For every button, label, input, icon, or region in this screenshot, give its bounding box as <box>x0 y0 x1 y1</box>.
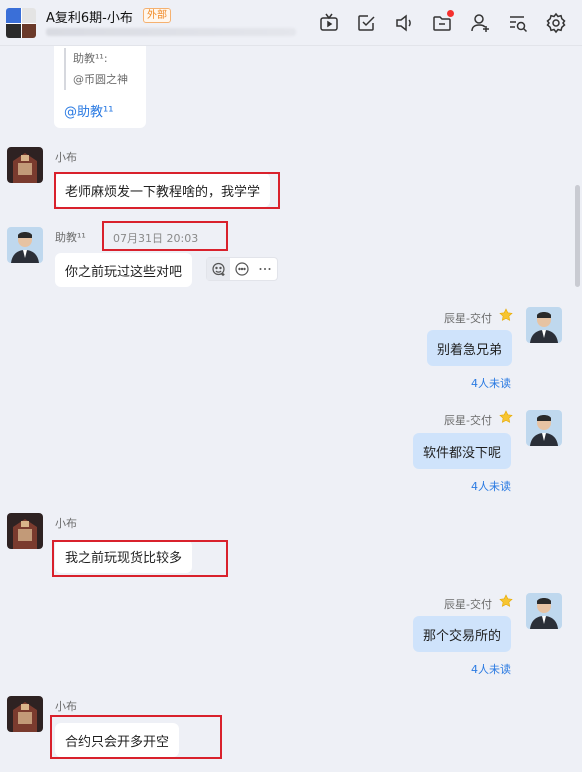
tv-icon[interactable] <box>318 12 340 34</box>
sender-name: 辰星-交付 <box>444 414 492 427</box>
unread-count[interactable]: 4人未读 <box>471 661 511 677</box>
quote-author: 助教¹¹: <box>73 52 108 65</box>
checkbox-icon[interactable] <box>355 12 377 34</box>
gear-icon[interactable] <box>545 12 567 34</box>
sender-name: 小布 <box>55 151 77 164</box>
message-bubble-mine[interactable]: 别着急兄弟 <box>427 330 513 366</box>
chat-header: A复利6期-小布 外部 <box>0 0 582 46</box>
sender-name: 辰星-交付 <box>444 598 492 611</box>
unread-count[interactable]: 4人未读 <box>471 375 511 391</box>
highlight-box <box>50 715 222 759</box>
message-bubble-mine[interactable]: 那个交易所的 <box>413 616 512 652</box>
sender-name: 辰星-交付 <box>444 312 492 325</box>
blurred-subtitle <box>46 28 296 36</box>
highlight-box <box>102 221 228 251</box>
message-actions <box>206 257 278 281</box>
unread-count[interactable]: 4人未读 <box>471 478 511 494</box>
folder-icon[interactable] <box>431 10 454 34</box>
avatar-chenxing[interactable] <box>526 410 562 446</box>
sender-name: 助教¹¹ <box>55 231 86 244</box>
avatar-chenxing[interactable] <box>526 307 562 343</box>
mention-link[interactable]: @助教¹¹ <box>64 101 113 120</box>
more-icon[interactable] <box>254 258 277 280</box>
notification-dot <box>447 10 454 17</box>
chat-title[interactable]: A复利6期-小布 <box>46 7 133 26</box>
highlight-box <box>52 540 228 577</box>
avatar-xiaobu[interactable] <box>7 147 43 183</box>
emoji-reaction-icon[interactable] <box>207 258 231 280</box>
scrollbar-thumb[interactable] <box>575 185 580 287</box>
star-icon <box>499 594 513 607</box>
star-icon <box>499 410 513 423</box>
quote-text: @币圆之神 <box>73 73 128 86</box>
group-avatar[interactable] <box>6 8 36 38</box>
sender-name: 小布 <box>55 517 77 530</box>
star-icon <box>499 308 513 321</box>
external-badge: 外部 <box>143 8 171 23</box>
search-list-icon[interactable] <box>507 12 529 34</box>
message-bubble[interactable]: 你之前玩过这些对吧 <box>55 253 193 287</box>
reply-icon[interactable] <box>230 258 253 280</box>
avatar-xiaobu[interactable] <box>7 513 43 549</box>
highlight-box <box>54 172 280 209</box>
avatar-xiaobu[interactable] <box>7 696 43 732</box>
avatar-chenxing[interactable] <box>526 593 562 629</box>
message-bubble-mine[interactable]: 软件都没下呢 <box>413 433 512 469</box>
volume-icon[interactable] <box>393 12 415 34</box>
add-user-icon[interactable] <box>469 12 491 34</box>
quote-bar <box>64 48 66 90</box>
sender-name: 小布 <box>55 700 77 713</box>
avatar-assistant[interactable] <box>7 227 43 263</box>
